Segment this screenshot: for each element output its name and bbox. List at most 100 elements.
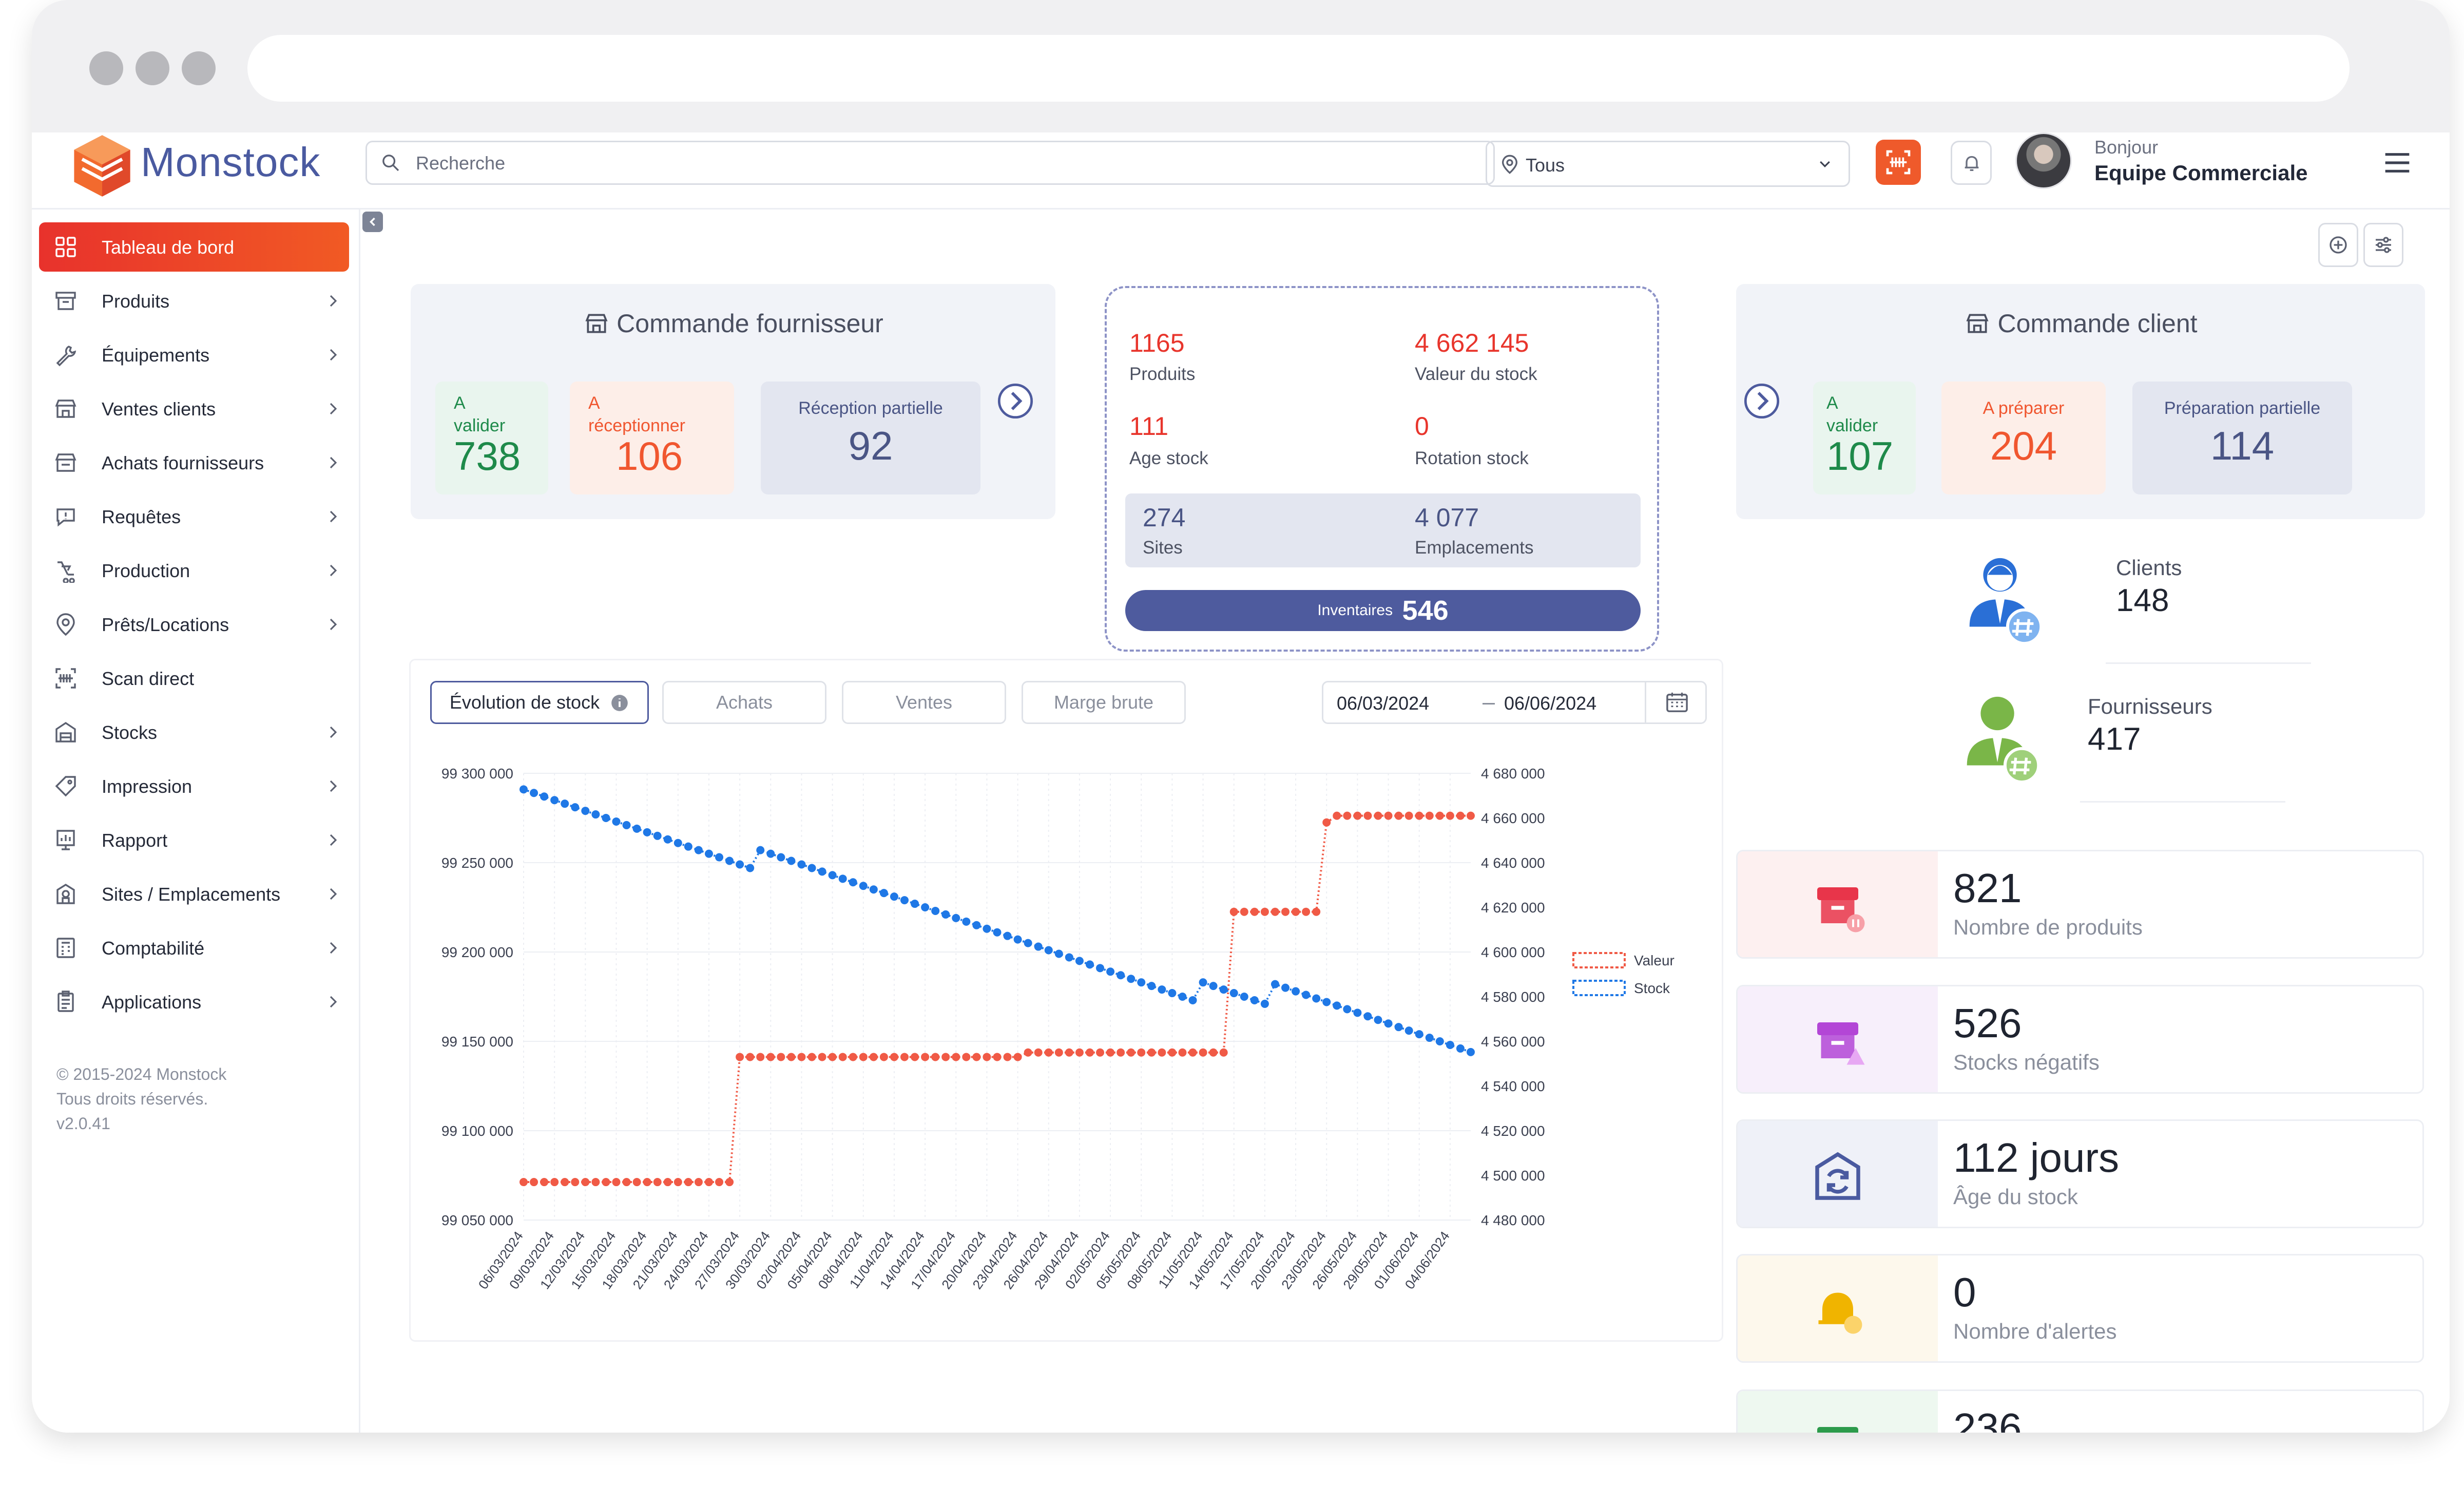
sidebar-item-rapport[interactable]: Rapport <box>39 815 349 865</box>
data-point-valeur <box>849 1053 857 1061</box>
data-point-valeur <box>602 1178 610 1187</box>
data-point-stock <box>612 817 621 826</box>
calculator-icon <box>56 938 75 958</box>
hamburger-menu-icon[interactable] <box>2383 150 2412 176</box>
add-widget-button[interactable] <box>2318 223 2358 267</box>
data-point-valeur <box>983 1053 991 1061</box>
stat-card-3[interactable]: 0 Nombre d'alertes <box>1736 1254 2424 1363</box>
inventories-button[interactable]: Inventaires 546 <box>1125 590 1641 631</box>
site-filter-select[interactable]: Tous <box>1486 141 1850 187</box>
kpi-to-prepare[interactable]: A préparer 204 <box>1941 382 2106 494</box>
store-icon <box>55 399 76 418</box>
data-point-valeur <box>612 1178 621 1187</box>
data-point-stock <box>581 807 590 815</box>
factory-icon <box>57 561 75 583</box>
window-close-dot[interactable] <box>89 51 123 85</box>
kpi-to-validate[interactable]: Avalider 738 <box>435 382 548 494</box>
date-range-picker[interactable]: 06/03/2024 06/06/2024 <box>1322 681 1707 724</box>
bell-alert-icon <box>1818 1292 1862 1334</box>
data-point-valeur <box>1229 907 1238 916</box>
sidebar-item-requetes[interactable]: Requêtes <box>39 492 349 541</box>
sidebar-item-tableau-de-bord[interactable]: Tableau de bord <box>39 222 349 272</box>
sidebar-item-comptabilite[interactable]: Comptabilité <box>39 923 349 973</box>
sidebar: Tableau de bord Produits Équipements Ven… <box>32 210 360 1433</box>
tab-gross-margin[interactable]: Marge brute <box>1022 681 1186 724</box>
sidebar-item-ventes-clients[interactable]: Ventes clients <box>39 384 349 433</box>
kpi-to-validate[interactable]: Avalider 107 <box>1813 382 1916 494</box>
sidebar-item-stocks[interactable]: Stocks <box>39 708 349 757</box>
window-maximize-dot[interactable] <box>182 51 216 85</box>
kpi-partial-preparation[interactable]: Préparation partielle 114 <box>2132 382 2352 494</box>
kpi-value: 92 <box>848 423 893 468</box>
sidebar-item-scan-direct[interactable]: Scan direct <box>39 654 349 703</box>
clients-count[interactable]: 148 <box>2116 582 2169 619</box>
data-point-valeur <box>1024 1048 1032 1057</box>
y-left-tick-label: 99 150 000 <box>441 1034 513 1050</box>
avatar[interactable] <box>2015 132 2072 189</box>
y-left-tick-label: 99 050 000 <box>441 1212 513 1228</box>
settings-sliders-button[interactable] <box>2363 223 2403 267</box>
kpi-to-receive[interactable]: Aréceptionner 106 <box>570 382 734 494</box>
data-point-valeur <box>1312 907 1321 916</box>
date-to[interactable]: 06/06/2024 <box>1504 693 1596 714</box>
data-point-stock <box>715 853 724 862</box>
suppliers-count[interactable]: 417 <box>2088 721 2141 757</box>
next-arrow-icon[interactable] <box>1742 382 1781 421</box>
stat-value: 821 <box>1953 865 2022 911</box>
sites-locations-panel[interactable]: 274 Sites 4 077 Emplacements <box>1125 493 1641 567</box>
data-point-stock <box>1116 971 1125 980</box>
tab-purchases[interactable]: Achats <box>662 681 826 724</box>
data-point-valeur <box>1013 1053 1022 1061</box>
notifications-button[interactable] <box>1951 141 1992 185</box>
kpi-partial-reception[interactable]: Réception partielle 92 <box>761 382 980 494</box>
stat-card-2[interactable]: 112 jours Âge du stock <box>1736 1119 2424 1228</box>
data-point-valeur <box>571 1178 580 1187</box>
sidebar-item-label: Équipements <box>102 345 210 366</box>
report-icon <box>56 830 75 850</box>
stat-card-4[interactable]: 236 <box>1736 1389 2424 1433</box>
chevron-right-icon <box>330 996 337 1008</box>
sidebar-collapse-button[interactable] <box>362 212 383 232</box>
clients-icon[interactable] <box>1957 550 2049 648</box>
sidebar-item-applications[interactable]: Applications <box>39 977 349 1026</box>
data-point-valeur <box>1363 811 1372 820</box>
data-point-valeur <box>1415 811 1423 820</box>
sidebar-item-impression[interactable]: Impression <box>39 761 349 811</box>
address-bar[interactable] <box>247 35 2350 102</box>
scan-button[interactable] <box>1876 140 1921 185</box>
tab-sales[interactable]: Ventes <box>842 681 1006 724</box>
data-point-valeur <box>684 1178 692 1187</box>
logo-text[interactable]: Monstock <box>141 139 320 186</box>
data-point-stock <box>1188 996 1197 1004</box>
data-point-valeur <box>797 1053 806 1061</box>
stat-card-1[interactable]: 526 Stocks négatifs <box>1736 985 2424 1094</box>
window-minimize-dot[interactable] <box>136 51 169 85</box>
data-point-valeur <box>530 1178 538 1187</box>
data-point-valeur <box>715 1178 724 1187</box>
tab-stock-evolution[interactable]: Évolution de stock <box>430 681 649 724</box>
sidebar-item-production[interactable]: Production <box>39 546 349 595</box>
sidebar-item-achats-fournisseurs[interactable]: Achats fournisseurs <box>39 438 349 487</box>
data-point-stock <box>1363 1012 1372 1021</box>
products-label: Produits <box>1129 364 1196 384</box>
data-point-stock <box>1158 985 1166 994</box>
data-point-stock <box>673 839 682 847</box>
sidebar-item-equipements[interactable]: Équipements <box>39 330 349 379</box>
data-point-stock <box>1292 987 1300 996</box>
next-arrow-icon[interactable] <box>996 382 1035 421</box>
stat-card-0[interactable]: 821 Nombre de produits <box>1736 850 2424 959</box>
sidebar-item-produits[interactable]: Produits <box>39 276 349 326</box>
y-right-tick-label: 4 600 000 <box>1481 944 1545 960</box>
sidebar-item-sites-emplacements[interactable]: Sites / Emplacements <box>39 869 349 919</box>
date-from[interactable]: 06/03/2024 <box>1337 693 1429 714</box>
data-point-stock <box>571 803 580 812</box>
calendar-button[interactable] <box>1645 682 1706 722</box>
sidebar-item-prets-locations[interactable]: Prêts/Locations <box>39 600 349 649</box>
data-point-stock <box>879 889 888 898</box>
search-input[interactable]: Recherche <box>365 141 1495 185</box>
store-icon <box>1966 314 1989 333</box>
user-name[interactable]: Equipe Commerciale <box>2094 161 2307 185</box>
suppliers-icon[interactable] <box>1952 689 2049 787</box>
stock-age: 111 <box>1129 412 1169 441</box>
sidebar-item-label: Achats fournisseurs <box>102 452 264 473</box>
